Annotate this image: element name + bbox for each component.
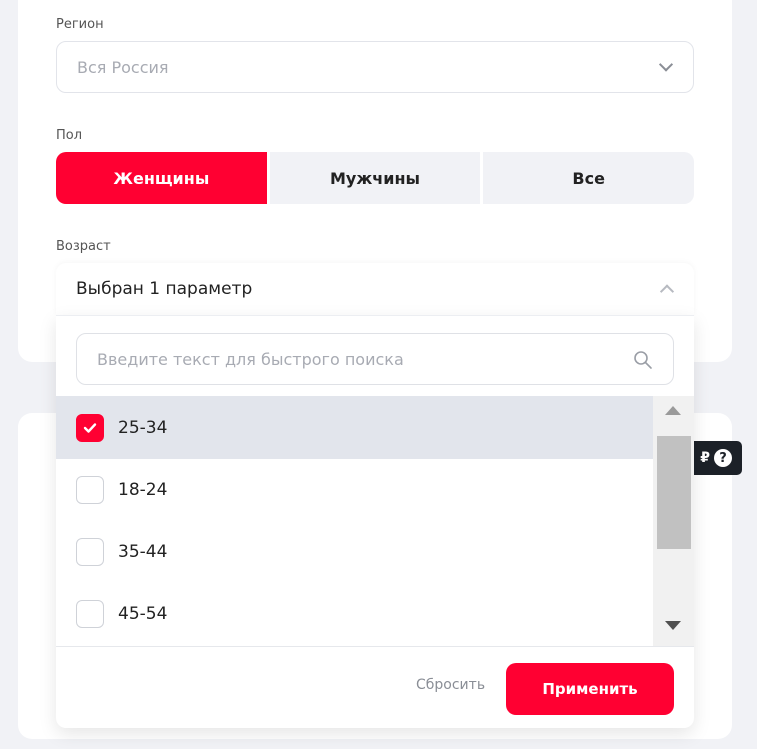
checkbox-checked[interactable] [76, 413, 104, 442]
age-select-summary: Выбран 1 параметр [76, 279, 253, 299]
check-icon [83, 422, 97, 433]
checkbox[interactable] [76, 476, 104, 504]
list-item-label: 18-24 [118, 480, 168, 500]
gender-toggle-group: Женщины Мужчины Все [56, 152, 695, 204]
checkbox[interactable] [76, 600, 104, 628]
gender-option-women[interactable]: Женщины [56, 152, 267, 204]
gender-option-men[interactable]: Мужчины [269, 152, 481, 204]
list-item-label: 45-54 [118, 604, 168, 624]
region-label: Регион [56, 17, 104, 32]
age-options-list: 25-34 18-24 35-44 45-54 [56, 396, 653, 646]
scroll-down-arrow-icon[interactable] [665, 621, 681, 630]
search-icon [634, 351, 652, 369]
region-select[interactable]: Вся Россия [56, 41, 694, 93]
ruble-icon: ₽ [700, 450, 710, 466]
reset-button[interactable]: Сбросить [416, 677, 485, 693]
region-select-value: Вся Россия [77, 57, 169, 77]
checkbox[interactable] [76, 538, 104, 566]
list-item-label: 35-44 [118, 542, 168, 562]
chevron-down-icon [658, 57, 674, 72]
age-dropdown: 25-34 18-24 35-44 45-54 Сбросить Примени… [56, 315, 694, 728]
gender-option-all[interactable]: Все [483, 152, 695, 204]
age-search-input[interactable] [97, 349, 617, 369]
age-search-box [76, 333, 674, 385]
chevron-up-icon [659, 284, 675, 299]
list-item-label: 25-34 [118, 417, 168, 438]
apply-button[interactable]: Применить [506, 663, 674, 715]
list-item[interactable]: 45-54 [56, 583, 653, 645]
gender-label: Пол [56, 128, 83, 143]
help-icon[interactable]: ? [714, 449, 732, 467]
list-item[interactable]: 25-34 [56, 396, 653, 459]
price-help-badge[interactable]: ₽ ? [686, 441, 742, 475]
age-label: Возраст [56, 239, 111, 254]
list-item[interactable]: 18-24 [56, 459, 653, 521]
scrollbar-thumb[interactable] [657, 436, 691, 549]
scroll-up-arrow-icon[interactable] [665, 406, 681, 415]
dropdown-footer: Сбросить Применить [56, 646, 694, 729]
scrollbar[interactable] [653, 396, 694, 646]
age-select[interactable]: Выбран 1 параметр [56, 263, 694, 315]
list-item[interactable]: 35-44 [56, 521, 653, 583]
